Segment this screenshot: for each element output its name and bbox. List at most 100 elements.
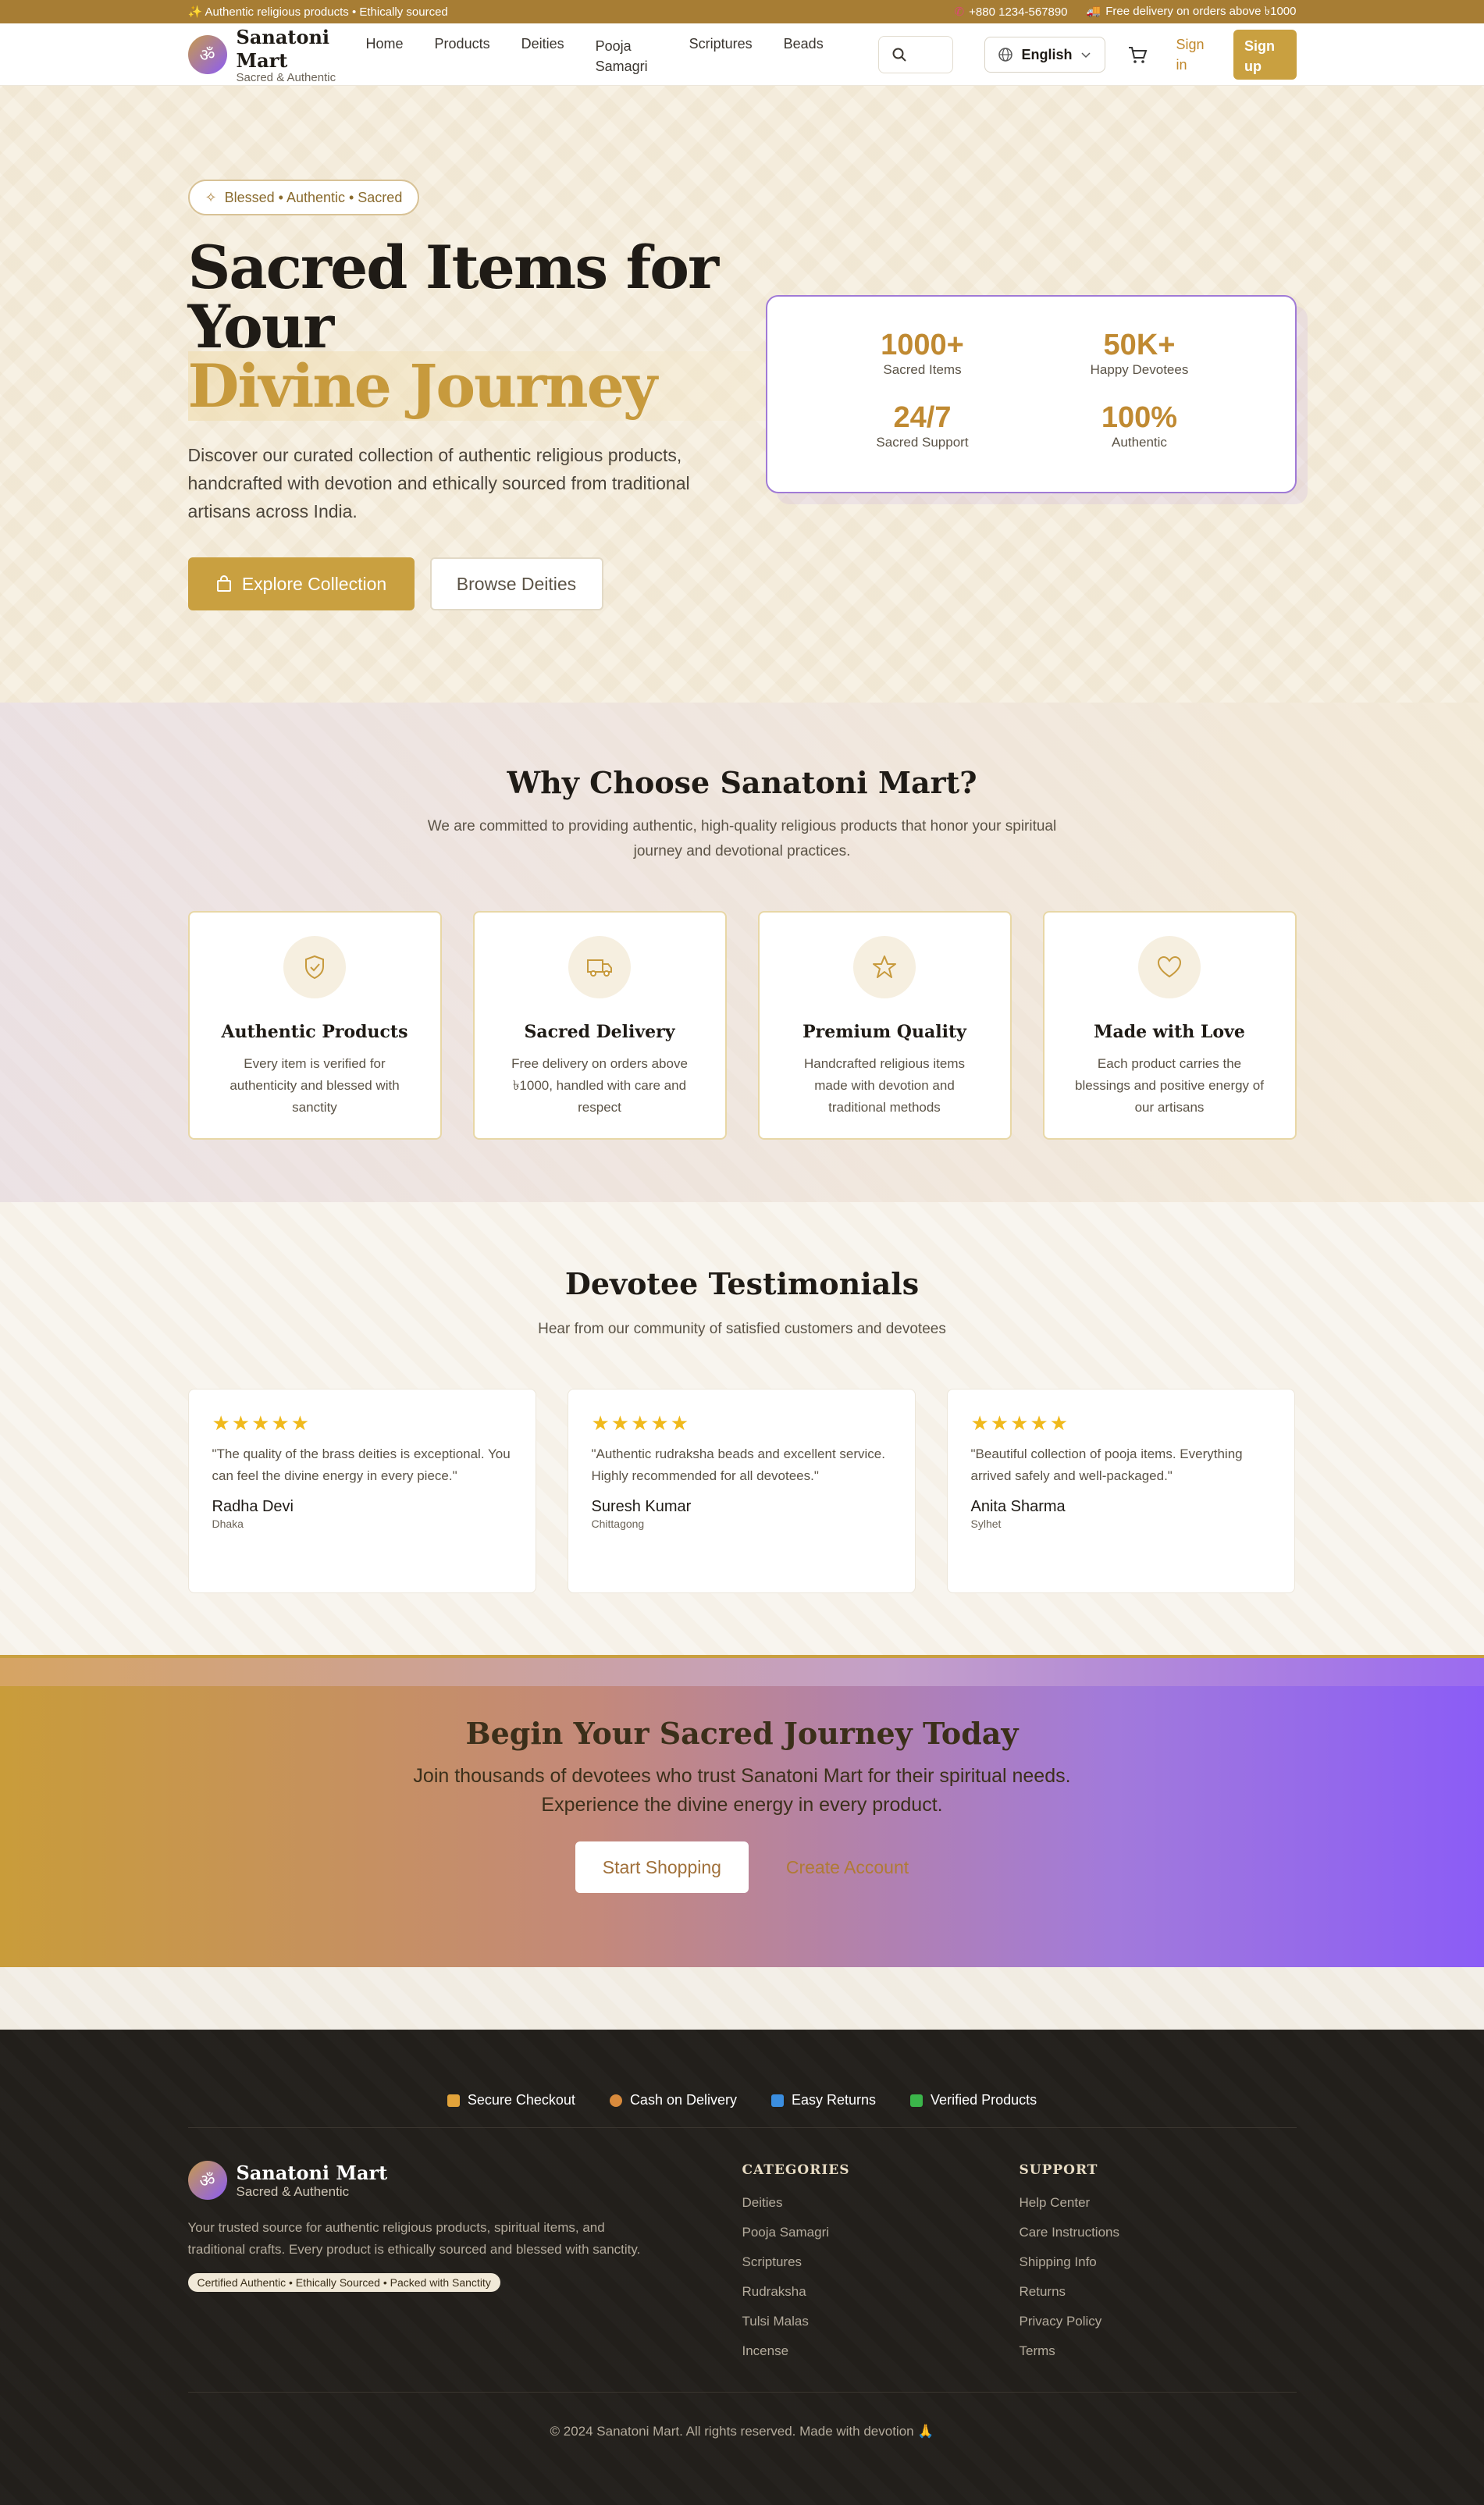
trust-label: Easy Returns [792,2092,877,2108]
footer-brand-name: Sanatoni Mart [236,2161,388,2184]
language-selector[interactable]: English [984,37,1106,73]
categories-heading: CATEGORIES [742,2162,850,2178]
footer-brand-tagline: Sacred & Authentic [236,2183,350,2199]
announcement-text: ✨ Authentic religious products • Ethical… [187,5,448,19]
phone-number: +880 1234-567890 [969,5,1068,19]
stat-value: 100% [1101,401,1178,434]
footer-support: SUPPORT Help Center Care Instructions Sh… [1020,2161,1297,2359]
footer-link-pooja-samagri[interactable]: Pooja Samagri [742,2225,1020,2240]
hero-section: ✧ Blessed • Authentic • Sacred Sacred It… [0,86,1484,703]
logo-om-icon[interactable]: ॐ [187,35,227,74]
copyright: © 2024 Sanatoni Mart. All rights reserve… [187,2392,1297,2439]
nav-deities[interactable]: Deities [521,36,564,52]
site-footer: Secure Checkout Cash on Delivery Easy Re… [0,2030,1484,2505]
trust-item: Verified Products [910,2073,1037,2127]
trust-badges: Secure Checkout Cash on Delivery Easy Re… [187,2030,1297,2128]
browse-deities-button[interactable]: Browse Deities [429,557,603,610]
testimonials-section: Devotee Testimonials Hear from our commu… [0,1202,1484,1655]
footer-categories: CATEGORIES Deities Pooja Samagri Scriptu… [742,2161,1020,2359]
testimonial-name: Radha Devi [212,1498,294,1515]
explore-collection-button[interactable]: Explore Collection [187,557,415,610]
language-label: English [1021,46,1073,62]
footer-brand: ॐ Sanatoni Mart Sacred & Authentic Your … [187,2161,742,2359]
footer-link-terms[interactable]: Terms [1020,2343,1297,2359]
feature-card: Authentic Products Every item is verifie… [187,911,442,1140]
trust-label: Cash on Delivery [629,2092,737,2108]
shopping-bag-icon [216,575,231,592]
footer-link-rudraksha[interactable]: Rudraksha [742,2284,1020,2300]
globe-icon [998,48,1013,62]
nav-pooja-samagri[interactable]: Pooja Samagri [596,36,658,77]
why-subtitle: We are committed to providing authentic,… [427,818,1057,859]
nav-home[interactable]: Home [366,36,404,52]
testimonial-city: Dhaka [212,1518,244,1530]
heart-icon [1138,936,1201,998]
testimonial-card: ★★★★★ "The quality of the brass deities … [187,1389,536,1593]
footer-link-deities[interactable]: Deities [742,2195,1020,2211]
hero-badge-text: Blessed • Authentic • Sacred [224,189,403,205]
signin-link[interactable]: Sign in [1176,34,1205,75]
phone-info[interactable]: ✆ +880 1234-567890 [955,5,1068,19]
chevron-down-icon [1081,52,1091,59]
main-nav: Home Products Deities Pooja Samagri Scri… [366,31,824,78]
explore-collection-label: Explore Collection [241,573,387,594]
phone-icon: ✆ [954,5,965,19]
feature-card: Premium Quality Handcrafted religious it… [757,911,1012,1140]
nav-scriptures[interactable]: Scriptures [689,36,753,52]
brand-name: Sanatoni Mart [236,25,330,72]
start-shopping-button[interactable]: Start Shopping [575,1841,749,1893]
features-grid: Authentic Products Every item is verifie… [187,911,1297,1140]
feature-card: Sacred Delivery Free delivery on orders … [472,911,727,1140]
return-arrow-icon [771,2094,784,2107]
cta-section: Begin Your Sacred Journey Today Join tho… [0,1686,1484,1967]
testimonial-cards: ★★★★★ "The quality of the brass deities … [187,1389,1297,1593]
hero-lead: Discover our curated collection of authe… [187,445,690,521]
footer-link-care-instructions[interactable]: Care Instructions [1020,2225,1297,2240]
trust-item: Cash on Delivery [609,2073,737,2127]
feature-desc: Free delivery on orders above ৳1000, han… [511,1056,688,1115]
feature-desc: Handcrafted religious items made with de… [804,1056,965,1115]
stat-item: 24/7 Sacred Support [814,400,1031,464]
brand[interactable]: Sanatoni Mart Sacred & Authentic [237,26,354,84]
footer-logo-om-icon[interactable]: ॐ [187,2161,227,2200]
cart-icon [1129,47,1148,63]
stat-value: 24/7 [893,401,952,434]
star-rating-icon: ★★★★★ [970,1411,1070,1435]
stat-item: 50K+ Happy Devotees [1031,328,1248,391]
cart-button[interactable] [1126,42,1149,67]
testimonial-card: ★★★★★ "Beautiful collection of pooja ite… [946,1389,1295,1593]
footer-link-incense[interactable]: Incense [742,2343,1020,2359]
feature-desc: Every item is verified for authenticity … [230,1056,400,1115]
nav-beads[interactable]: Beads [784,36,824,52]
nav-products[interactable]: Products [435,36,490,52]
create-account-link[interactable]: Create Account [786,1857,909,1878]
footer-description: Your trusted source for authentic religi… [187,2220,641,2257]
feature-title: Sacred Delivery [524,1022,675,1042]
delivery-text: Free delivery on orders above ৳1000 [1105,4,1297,18]
testimonial-name: Anita Sharma [970,1498,1066,1515]
support-heading: SUPPORT [1019,2162,1098,2178]
why-choose-section: Why Choose Sanatoni Mart? We are committ… [0,703,1484,1202]
brand-tagline: Sacred & Authentic [236,70,336,84]
feature-title: Made with Love [1094,1022,1245,1042]
hero-badge: ✧ Blessed • Authentic • Sacred [187,180,420,215]
footer-link-privacy-policy[interactable]: Privacy Policy [1020,2314,1297,2329]
trust-item: Secure Checkout [447,2073,575,2127]
footer-link-scriptures[interactable]: Scriptures [742,2254,1020,2270]
feature-desc: Each product carries the blessings and p… [1075,1056,1264,1115]
footer-link-shipping-info[interactable]: Shipping Info [1020,2254,1297,2270]
feature-title: Premium Quality [802,1022,966,1042]
stats-card: 1000+ Sacred Items 50K+ Happy Devotees 24/… [765,295,1297,493]
search-button[interactable] [877,36,954,73]
signup-button[interactable]: Sign up [1233,30,1297,80]
trust-label: Verified Products [931,2092,1037,2108]
testimonial-card: ★★★★★ "Authentic rudraksha beads and exc… [567,1389,916,1593]
hero-title: Sacred Items for Your Divine Journey [187,238,797,421]
lock-icon [447,2094,460,2107]
star-icon [853,936,916,998]
footer-link-returns[interactable]: Returns [1020,2284,1297,2300]
cta-title: Begin Your Sacred Journey Today [465,1716,1019,1751]
testimonial-city: Sylhet [970,1518,1002,1530]
footer-link-help-center[interactable]: Help Center [1020,2195,1297,2211]
footer-link-tulsi-malas[interactable]: Tulsi Malas [742,2314,1020,2329]
